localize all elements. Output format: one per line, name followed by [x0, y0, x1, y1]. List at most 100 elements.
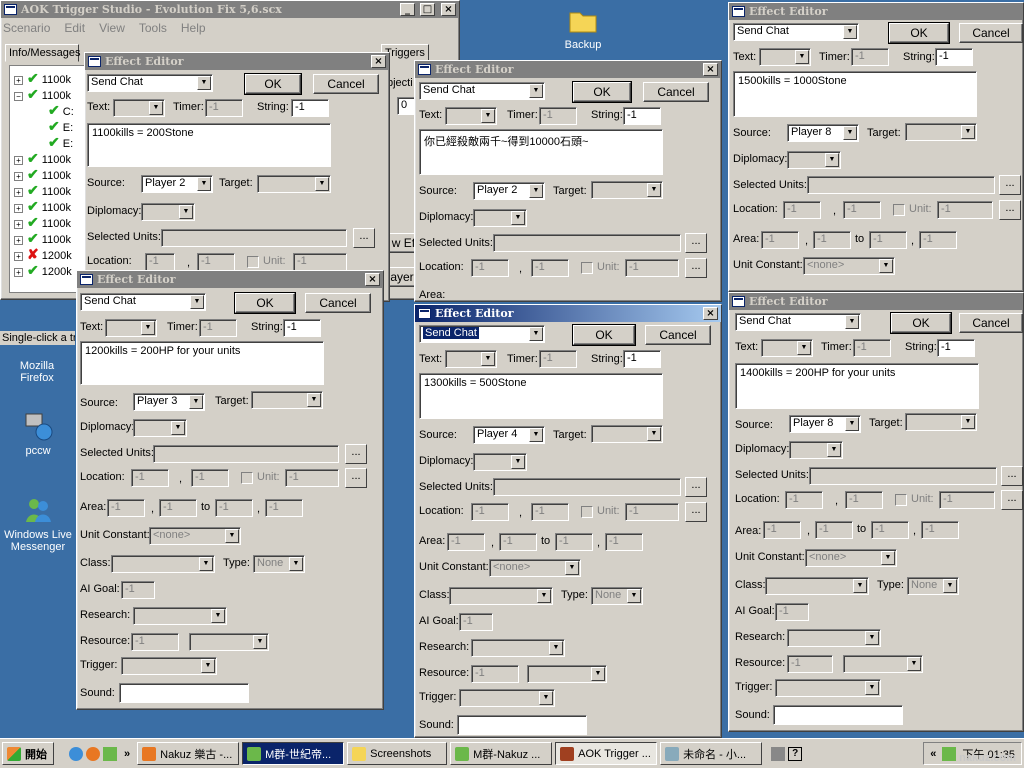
unit-checkbox[interactable]: [581, 506, 593, 518]
tree-item[interactable]: + ✔ 1100k: [14, 198, 71, 214]
trigger-select[interactable]: ▼: [459, 689, 555, 707]
cancel-button[interactable]: Cancel: [645, 325, 711, 345]
tray-icon[interactable]: [942, 746, 957, 761]
firefox-icon[interactable]: [86, 746, 100, 761]
selected-units-field[interactable]: [807, 176, 995, 194]
close-icon[interactable]: ×: [703, 307, 718, 320]
unit-browse-button[interactable]: ...: [685, 502, 707, 522]
menu-tools[interactable]: Tools: [139, 21, 167, 35]
string-field[interactable]: -1: [623, 350, 661, 368]
location-y[interactable]: -1: [531, 259, 569, 277]
menu-view[interactable]: View: [99, 21, 125, 35]
unit-constant-select[interactable]: <none> ▼: [805, 549, 897, 567]
text-select[interactable]: ▼: [105, 319, 157, 337]
unit-browse-button[interactable]: ...: [345, 468, 367, 488]
area-x2[interactable]: -1: [215, 499, 253, 517]
task-screenshots[interactable]: Screenshots: [347, 742, 448, 765]
cancel-button[interactable]: Cancel: [313, 74, 379, 94]
resource-field[interactable]: -1: [787, 655, 833, 673]
ai-goal-field[interactable]: -1: [775, 603, 809, 621]
text-select[interactable]: ▼: [759, 48, 811, 66]
unit-constant-select[interactable]: <none> ▼: [803, 257, 895, 275]
research-select[interactable]: ▼: [787, 629, 881, 647]
keyboard-icon[interactable]: [771, 746, 786, 761]
source-select[interactable]: Player 3 ▼: [133, 393, 205, 411]
target-select[interactable]: ▼: [591, 425, 663, 443]
area-y2[interactable]: -1: [921, 521, 959, 539]
timer-field[interactable]: -1: [539, 350, 577, 368]
unit-checkbox[interactable]: [895, 494, 907, 506]
minimize-icon[interactable]: _: [400, 3, 415, 16]
ok-button[interactable]: OK: [888, 22, 950, 44]
area-x1[interactable]: -1: [763, 521, 801, 539]
ai-goal-field[interactable]: -1: [459, 613, 493, 631]
area-y2[interactable]: -1: [605, 533, 643, 551]
tree-item[interactable]: + ✔ 1200k: [14, 262, 72, 278]
tree-item[interactable]: − ✔ 1100k: [14, 86, 71, 102]
unit-field[interactable]: -1: [285, 469, 339, 487]
tree-item[interactable]: ✔ E:: [48, 118, 73, 134]
tree-item[interactable]: + ✔ 1100k: [14, 182, 71, 198]
message-textarea[interactable]: 你已經殺敵兩千~得到10000石頭~: [419, 129, 663, 175]
cancel-button[interactable]: Cancel: [959, 313, 1023, 333]
task-notepad[interactable]: 未命名 - 小...: [660, 742, 763, 765]
browse-button[interactable]: ...: [1001, 466, 1023, 486]
trigger-select[interactable]: ▼: [775, 679, 881, 697]
type-select[interactable]: None ▼: [907, 577, 959, 595]
ok-button[interactable]: OK: [890, 312, 952, 334]
target-select[interactable]: ▼: [591, 181, 663, 199]
area-y1[interactable]: -1: [813, 231, 851, 249]
diplomacy-select[interactable]: ▼: [141, 203, 195, 221]
timer-field[interactable]: -1: [853, 339, 891, 357]
location-x[interactable]: -1: [145, 253, 175, 271]
message-textarea[interactable]: 1400kills = 200HP for your units: [735, 363, 979, 409]
unit-field[interactable]: -1: [625, 503, 679, 521]
timer-field[interactable]: -1: [851, 48, 889, 66]
diplomacy-select[interactable]: ▼: [133, 419, 187, 437]
browse-button[interactable]: ...: [685, 477, 707, 497]
area-x1[interactable]: -1: [447, 533, 485, 551]
class-select[interactable]: ▼: [111, 555, 215, 573]
string-field[interactable]: -1: [937, 339, 975, 357]
unit-field[interactable]: -1: [625, 259, 679, 277]
area-y2[interactable]: -1: [265, 499, 303, 517]
text-select[interactable]: ▼: [761, 339, 813, 357]
ok-button[interactable]: OK: [572, 81, 632, 103]
desktop-icon-firefox[interactable]: Mozilla Firefox: [2, 346, 72, 384]
area-y1[interactable]: -1: [815, 521, 853, 539]
tree-item[interactable]: ✔ C:: [48, 102, 74, 118]
chevron-icon[interactable]: »: [124, 748, 130, 760]
task-chat-2[interactable]: M群-Nakuz ...: [450, 742, 553, 765]
effect-type-select[interactable]: Send Chat ▼: [733, 23, 859, 41]
message-textarea[interactable]: 1200kills = 200HP for your units: [80, 341, 324, 385]
tree-item[interactable]: + ✔ 1100k: [14, 150, 71, 166]
resource-select[interactable]: ▼: [843, 655, 923, 673]
source-select[interactable]: Player 8 ▼: [789, 415, 861, 433]
diplomacy-select[interactable]: ▼: [473, 453, 527, 471]
message-textarea[interactable]: 1300kills = 500Stone: [419, 373, 663, 419]
unit-field[interactable]: -1: [939, 491, 995, 509]
cancel-button[interactable]: Cancel: [305, 293, 371, 313]
selected-units-field[interactable]: [809, 467, 997, 485]
timer-field[interactable]: -1: [199, 319, 237, 337]
close-icon[interactable]: ×: [441, 3, 456, 16]
unit-constant-select[interactable]: <none> ▼: [149, 527, 241, 545]
location-y[interactable]: -1: [191, 469, 229, 487]
tree-item[interactable]: + ✔ 1100k: [14, 166, 71, 182]
cancel-button[interactable]: Cancel: [959, 23, 1023, 43]
browse-button[interactable]: ...: [345, 444, 367, 464]
location-y[interactable]: -1: [845, 491, 883, 509]
tab-info-messages[interactable]: Info/Messages: [5, 44, 81, 62]
target-select[interactable]: ▼: [905, 413, 977, 431]
maximize-icon[interactable]: □: [420, 3, 435, 16]
tree-item[interactable]: ✔ E:: [48, 134, 73, 150]
selected-units-field[interactable]: [161, 229, 347, 247]
trigger-select[interactable]: ▼: [121, 657, 217, 675]
message-textarea[interactable]: 1500kills = 1000Stone: [733, 71, 977, 117]
string-field[interactable]: -1: [935, 48, 973, 66]
ok-button[interactable]: OK: [244, 73, 302, 95]
source-select[interactable]: Player 2 ▼: [473, 182, 545, 200]
location-y[interactable]: -1: [843, 201, 881, 219]
area-y2[interactable]: -1: [919, 231, 957, 249]
ie-icon[interactable]: [69, 746, 83, 761]
